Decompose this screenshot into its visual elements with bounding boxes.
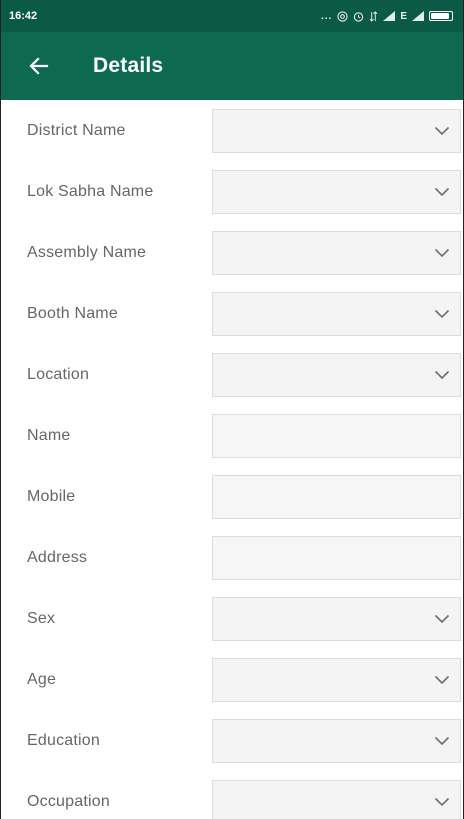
district-name-label: District Name [27,121,126,139]
chevron-down-icon [434,309,450,319]
age-dropdown[interactable] [212,658,461,702]
district-name-dropdown[interactable] [212,109,461,153]
status-bar: 16:42 ... E [1,0,463,32]
education-label: Education [27,731,100,749]
form-row-booth-name: Booth Name [1,283,463,344]
signal-icon-2 [412,11,424,21]
lok-sabha-name-label: Lok Sabha Name [27,182,154,200]
sex-label: Sex [27,609,56,627]
mobile-input[interactable] [212,475,461,519]
assembly-name-dropdown[interactable] [212,231,461,275]
form-row-location: Location [1,344,463,405]
app-bar: Details [1,32,463,100]
notification-dots: ... [320,10,333,22]
signal-icon [383,11,396,21]
sex-dropdown[interactable] [212,597,461,641]
chevron-down-icon [434,736,450,746]
arrow-left-icon [29,57,49,75]
chevron-down-icon [434,248,450,258]
form-row-district-name: District Name [1,100,463,161]
details-form: District Name Lok Sabha Name Assembly Name… [1,100,463,819]
chevron-down-icon [434,126,450,136]
occupation-dropdown[interactable] [212,780,461,819]
form-row-lok-sabha-name: Lok Sabha Name [1,161,463,222]
occupation-label: Occupation [27,792,110,810]
network-type-label: E [400,10,407,22]
chevron-down-icon [434,370,450,380]
education-dropdown[interactable] [212,719,461,763]
form-row-name: Name [1,405,463,466]
form-row-address: Address [1,527,463,588]
status-icons: ... E [321,11,453,22]
name-label: Name [27,426,71,444]
form-row-education: Education [1,710,463,771]
lok-sabha-name-dropdown[interactable] [212,170,461,214]
name-input[interactable] [212,414,461,458]
chevron-down-icon [434,797,450,807]
app-screen: 16:42 ... E Details District Name Lok Sa… [0,0,464,819]
booth-name-label: Booth Name [27,304,118,322]
status-time: 16:42 [9,10,38,22]
form-row-assembly-name: Assembly Name [1,222,463,283]
location-dropdown[interactable] [212,353,461,397]
form-row-occupation: Occupation [1,771,463,819]
page-title: Details [93,54,164,77]
form-row-age: Age [1,649,463,710]
battery-icon [429,11,453,21]
chevron-down-icon [434,675,450,685]
age-label: Age [27,670,57,688]
chevron-down-icon [434,187,450,197]
hotspot-icon [337,10,348,22]
form-row-sex: Sex [1,588,463,649]
assembly-name-label: Assembly Name [27,243,147,261]
address-label: Address [27,548,88,566]
alarm-icon [354,11,364,22]
back-button[interactable] [27,46,67,86]
chevron-down-icon [434,614,450,624]
mobile-label: Mobile [27,487,76,505]
booth-name-dropdown[interactable] [212,292,461,336]
data-transfer-icon [369,10,378,22]
location-label: Location [27,365,90,383]
form-row-mobile: Mobile [1,466,463,527]
address-input[interactable] [212,536,461,580]
